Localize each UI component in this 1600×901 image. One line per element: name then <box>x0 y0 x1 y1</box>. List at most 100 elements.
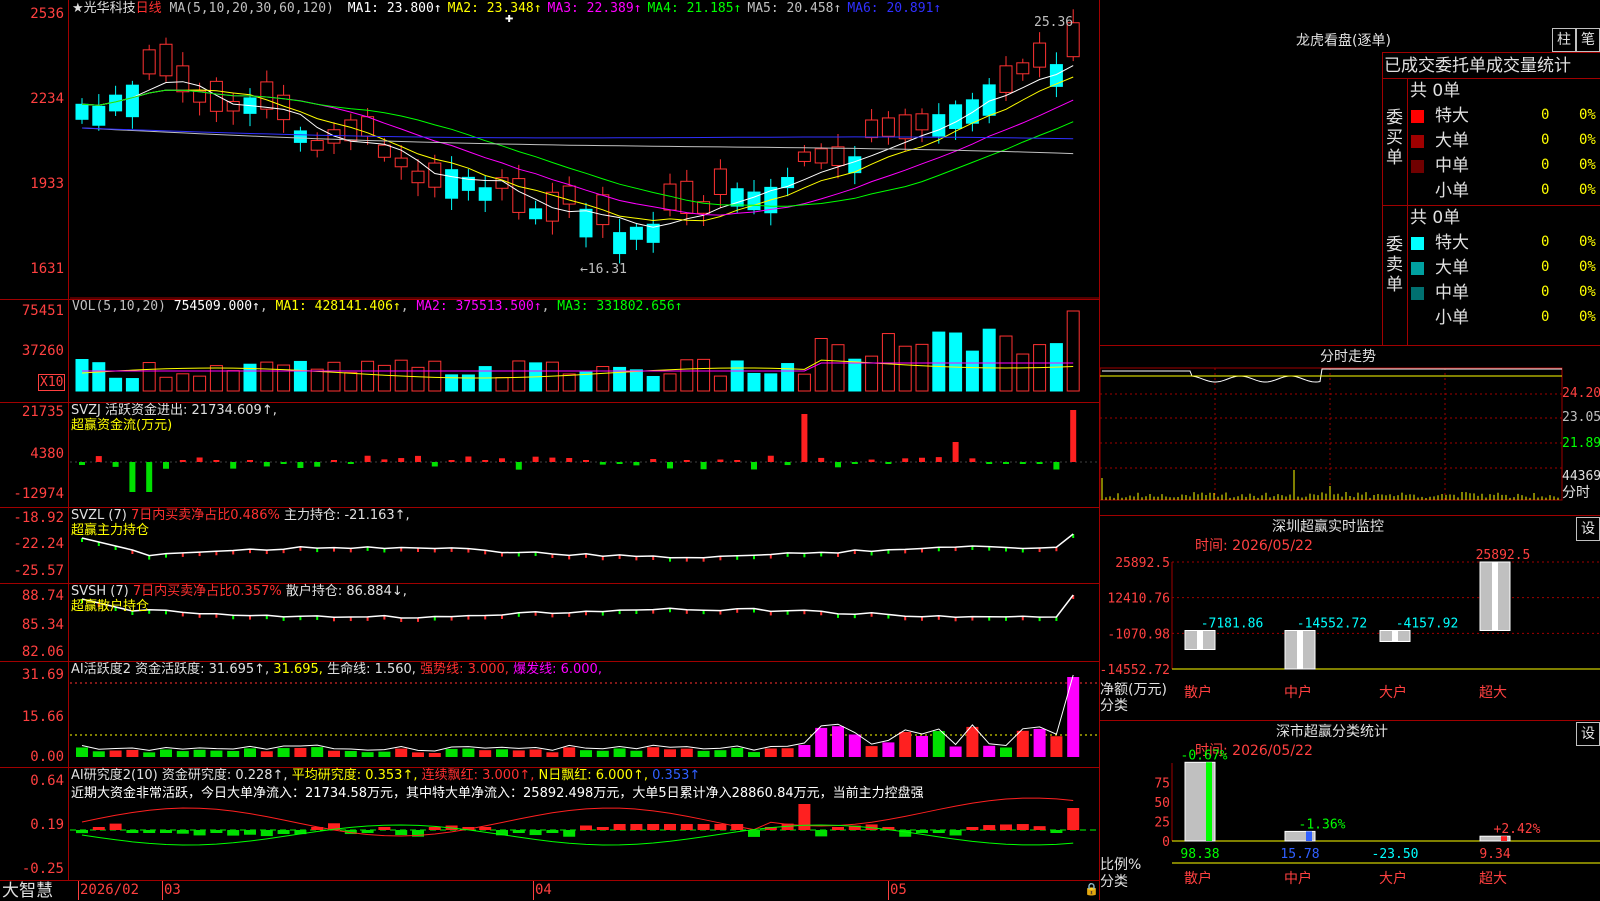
volume-bar <box>75 359 89 392</box>
volume-bar <box>764 373 778 392</box>
research-bar <box>260 830 273 837</box>
bar-highlight <box>1297 630 1303 669</box>
ai-activity-pane[interactable]: 31.69 15.66 0.00 AI活跃度2 资金活跃度: 31.695↑, … <box>0 661 1100 768</box>
candle <box>965 99 979 124</box>
ai-research-pane[interactable]: 0.64 0.19 -0.25 AI研究度2(10) 资金研究度: 0.228↑… <box>0 767 1100 881</box>
svzl-pane[interactable]: -18.92 -22.24 -25.57 SVZL (7) 7日内买卖净占比0.… <box>0 507 1100 584</box>
category-label: 大户 <box>1379 870 1407 887</box>
bar-mode-button[interactable]: 柱 <box>1552 28 1576 52</box>
research-bar <box>613 824 626 830</box>
intraday-chart[interactable] <box>1099 346 1600 516</box>
research-bar <box>697 824 710 830</box>
fund-flow-bar <box>431 462 438 467</box>
activity-bar <box>613 748 626 757</box>
research-bar <box>748 830 760 837</box>
volume-pane[interactable]: 75451 37260 X10 VOL(5,10,20) 754509.000↑… <box>0 299 1100 403</box>
research-bar <box>395 830 408 836</box>
research-bar <box>1000 824 1012 830</box>
research-bar <box>983 825 996 830</box>
lock-icon[interactable]: 🔒 <box>1084 882 1099 897</box>
lhb-panel: 龙虎看盘(逐单) 柱 笔 已成交委托单成交量统计 委买单共 0单 特大 0 0% 大单 0… <box>1100 0 1600 346</box>
buy-orders-section: 委买单共 0单 特大 0 0% 大单 0 0% 中单 0 0% 小单 0 0% <box>1383 78 1600 205</box>
research-bar <box>966 827 979 830</box>
fund-flow-bar <box>801 414 808 462</box>
candlestick-chart[interactable]: ✚ <box>0 0 1100 299</box>
candle <box>814 148 828 164</box>
fund-flow-bar <box>347 462 354 464</box>
volume-bar <box>646 375 660 392</box>
bar-value-label: -4157.92 <box>1396 617 1459 632</box>
volume-bar <box>176 373 190 392</box>
y-tick: 75 <box>1154 777 1170 792</box>
fund-flow-bar <box>549 457 556 462</box>
candle <box>209 80 223 112</box>
activity-bar <box>361 752 374 757</box>
candle <box>999 65 1013 93</box>
order-size-count: 0 <box>1541 259 1550 275</box>
volume-bar <box>629 369 643 392</box>
intraday-panel[interactable]: 分时走势 24.20 23.05 21.89 44369 分时 <box>1099 345 1600 516</box>
activity-bar <box>932 731 945 757</box>
order-size-count: 0 <box>1541 157 1550 173</box>
volume-bar <box>697 358 711 392</box>
activity-bar <box>966 726 979 757</box>
order-size-name: 大单 <box>1435 131 1469 151</box>
activity-bar <box>227 751 240 757</box>
bar-highlight <box>1392 630 1398 642</box>
activity-bar <box>647 747 660 757</box>
fund-flow-bar <box>230 462 237 469</box>
candle <box>411 170 425 184</box>
main-price-pane[interactable]: 2536 2234 1933 1631 ✚ ★光华科技日线 MA(5,10,20… <box>0 0 1100 300</box>
fund-flow-bar <box>146 462 153 492</box>
fund-flow-bar <box>163 462 169 469</box>
fund-flow-bar <box>1003 462 1009 464</box>
volume-bar <box>512 360 526 392</box>
order-side-label: 委卖单 <box>1386 235 1403 295</box>
svzl-legend: SVZL (7) 7日内买卖净占比0.486% 主力持仓: -21.163↑, <box>71 508 410 523</box>
candle <box>898 114 912 140</box>
ai2-description: 近期大资金非常活跃，今日大单净流入：21734.58万元，其中特大单净流入：25… <box>71 786 924 801</box>
order-size-name: 大单 <box>1435 258 1469 278</box>
research-bar <box>1050 830 1063 833</box>
top-ratio-label: +2.42% <box>1494 822 1541 837</box>
activity-bar <box>697 750 710 757</box>
ai2-legend: AI研究度2(10) 资金研究度: 0.228↑, 平均研究度: 0.353↑,… <box>71 768 701 783</box>
activity-bar <box>1016 730 1029 757</box>
fund-flow-bar <box>263 462 270 467</box>
activity-bar <box>781 748 794 757</box>
svzj-pane[interactable]: 21735 4380 -12974 SVZJ 活跃资金进出: 21734.609… <box>0 402 1100 508</box>
tick-mode-button[interactable]: 笔 <box>1576 28 1600 52</box>
fund-flow-bar <box>247 460 253 462</box>
intraday-tick: 24.20 <box>1562 386 1600 401</box>
volume-bar <box>713 375 727 392</box>
order-size-name: 特大 <box>1435 106 1469 126</box>
fund-flow-bar <box>734 460 741 462</box>
order-stats-header: 已成交委托单成交量统计 <box>1384 56 1571 76</box>
activity-bar <box>764 748 777 757</box>
fund-flow-bar <box>751 462 757 470</box>
intraday-unit: 分时 <box>1562 485 1590 501</box>
ma-legend: ★光华科技日线 MA(5,10,20,30,60,120) MA1: 23.80… <box>72 1 941 16</box>
intraday-tick: 23.05 <box>1562 410 1600 425</box>
top-ratio-label: -1.36% <box>1299 817 1346 832</box>
category-label: 中户 <box>1284 684 1312 701</box>
period-label: 日线 <box>135 1 162 16</box>
fund-flow-bar <box>465 456 472 462</box>
high-price-label: 25.36 <box>1034 15 1074 30</box>
volume-bar <box>159 376 173 392</box>
volume-bar <box>881 333 895 392</box>
research-bar <box>361 830 374 833</box>
kline-chart-area[interactable]: 2536 2234 1933 1631 ✚ ★光华科技日线 MA(5,10,20… <box>0 0 1100 900</box>
fund-flow-bar <box>381 459 388 462</box>
fund-flow-bar <box>935 457 942 462</box>
volume-bar <box>461 374 475 392</box>
fund-flow-bar <box>179 460 186 462</box>
activity-bar <box>832 726 844 757</box>
fund-flow-bar <box>196 457 203 462</box>
activity-bar <box>311 747 324 757</box>
sell-orders-section: 委卖单共 0单 特大 0 0% 大单 0 0% 中单 0 0% 小单 0 0% <box>1383 205 1600 345</box>
svsh-pane[interactable]: 88.74 85.34 82.06 SVSH (7) 7日内买卖净占比0.357… <box>0 583 1100 662</box>
category-label: 中户 <box>1284 870 1312 887</box>
y-tick: 0 <box>1162 835 1170 850</box>
fund-flow-bar <box>448 460 455 462</box>
